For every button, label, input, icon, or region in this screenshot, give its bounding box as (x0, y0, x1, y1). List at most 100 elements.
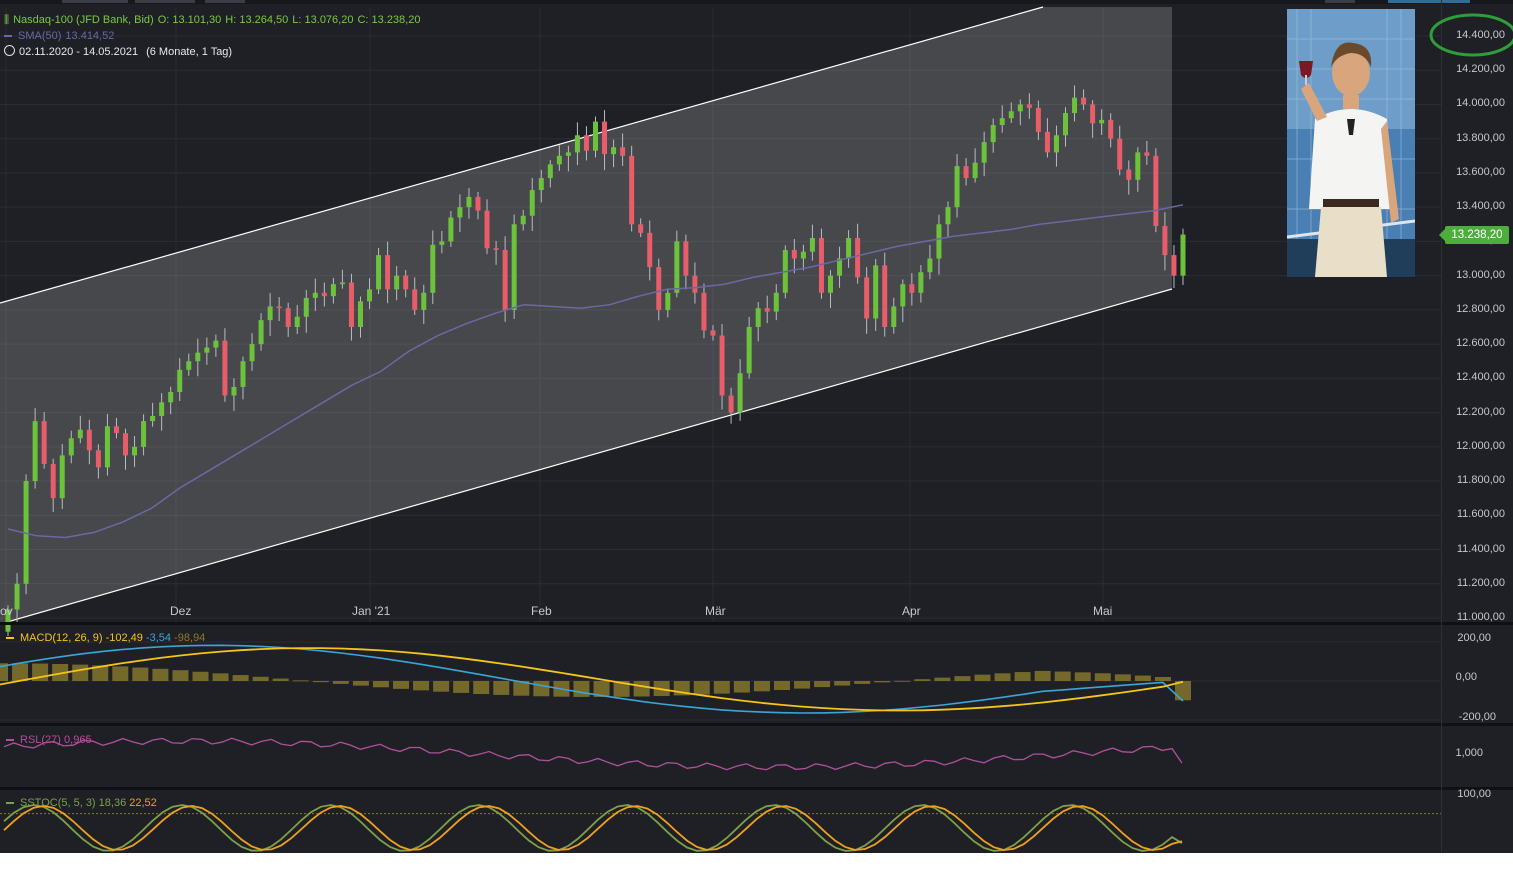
candle-body (1135, 152, 1140, 179)
person-photo (1287, 9, 1415, 277)
candle-body (78, 430, 83, 439)
macd-histogram-bar (413, 681, 429, 690)
candle-body (521, 216, 526, 225)
price-axis-label: 14.000,00 (1456, 97, 1505, 109)
candle-body (204, 348, 209, 353)
macd-histogram-bar (754, 681, 770, 691)
price-axis-label: 13.800,00 (1456, 132, 1505, 144)
candle-body (340, 282, 345, 284)
macd-histogram-bar (433, 681, 449, 692)
candle-body (186, 361, 191, 370)
macd-histogram-bar (373, 681, 389, 687)
candle-body (430, 245, 435, 293)
macd-histogram-bar (453, 681, 469, 693)
candle-body (692, 276, 697, 293)
macd-value: -102,49 (106, 632, 143, 644)
candle-body (982, 142, 987, 163)
price-axis-separator (1441, 0, 1442, 853)
macd-histogram-bar (273, 679, 289, 681)
instrument-info: ⫼Nasdaq-100 (JFD Bank, Bid)O: 13.101,30H… (4, 13, 424, 27)
macd-histogram-bar (573, 681, 589, 697)
macd-histogram-bar (714, 681, 730, 694)
macd-histogram-bar (734, 681, 750, 693)
candle-body (602, 122, 607, 155)
pane-separator[interactable] (0, 622, 1513, 625)
sma-value: 13.414,52 (65, 30, 114, 42)
rsl-value: 0,965 (64, 734, 92, 746)
macd-histogram-bar (132, 668, 148, 681)
candle-body (277, 306, 282, 308)
macd-histogram-bar (473, 681, 489, 694)
candle-body (864, 277, 869, 318)
range-info: 02.11.2020 - 14.05.2021(6 Monate, 1 Tag) (4, 45, 236, 59)
macd-histogram-bar (193, 672, 209, 681)
rsl-axis-label: 1,000 (1455, 747, 1483, 759)
price-axis-label: 13.000,00 (1456, 269, 1505, 281)
candle-body (575, 135, 580, 152)
macd-signal-value: -3,54 (146, 632, 171, 644)
candle-body (946, 207, 951, 224)
macd-histogram-bar (634, 681, 650, 697)
candle-body (1117, 139, 1122, 170)
macd-histogram-bar (774, 681, 790, 690)
candlestick-icon: ⫼ (4, 14, 9, 26)
clock-icon (4, 45, 15, 56)
sstoc-k-value: 18,36 (99, 797, 127, 809)
price-axis-label: 11.600,00 (1457, 508, 1505, 520)
candle-body (448, 217, 453, 241)
sma-line-icon (4, 35, 12, 37)
candle-body (665, 293, 670, 310)
candle-body (168, 392, 173, 402)
candle-body (828, 276, 833, 293)
macd-histogram-bar (213, 673, 229, 681)
macd-histogram-bar (914, 679, 930, 681)
candle-body (421, 293, 426, 310)
candle-body (548, 164, 553, 178)
macd-histogram-bar (954, 676, 970, 681)
candle-body (765, 308, 770, 311)
macd-histogram-bar (253, 677, 269, 681)
price-axis-label: 12.600,00 (1456, 337, 1505, 349)
macd-histogram-bar (313, 681, 329, 682)
macd-legend: MACD(12, 26, 9) -102,49 -3,54 -98,94 (6, 632, 205, 644)
candle-body (918, 272, 923, 293)
candle-body (512, 224, 517, 310)
candle-body (593, 122, 598, 151)
price-axis-label: 13.400,00 (1456, 200, 1505, 212)
time-label: Mai (1093, 604, 1112, 618)
candle-body (331, 284, 336, 296)
candle-body (60, 455, 65, 498)
range-period: (6 Monate, 1 Tag) (146, 46, 232, 58)
sstoc-line-icon (6, 802, 14, 804)
macd-histogram-bar (814, 681, 830, 687)
candle-body (774, 293, 779, 312)
macd-histogram-bar (794, 681, 810, 689)
candle-body (747, 327, 752, 373)
candle-body (729, 395, 734, 412)
candle-body (403, 276, 408, 290)
macd-axis-label: -200,00 (1459, 711, 1496, 723)
candle-body (105, 426, 110, 467)
macd-histogram-bar (1075, 672, 1091, 681)
candle-body (268, 306, 273, 320)
macd-histogram-bar (894, 681, 910, 682)
candle-body (439, 241, 444, 244)
candle-body (873, 265, 878, 318)
candle-body (647, 233, 652, 267)
sma-info: SMA(50)13.414,52 (4, 29, 118, 43)
candle-body (304, 298, 309, 317)
candle-body (909, 284, 914, 293)
macd-histogram-bar (1115, 674, 1131, 681)
time-label: Mär (705, 604, 726, 618)
pane-separator[interactable] (0, 787, 1513, 790)
candle-body (1108, 120, 1113, 139)
macd-histogram-bar (1155, 677, 1171, 681)
macd-histogram-bar (293, 680, 309, 681)
price-axis-label: 13.600,00 (1456, 166, 1505, 178)
candle-body (756, 308, 761, 327)
candle-body (1153, 156, 1158, 226)
candle-body (973, 163, 978, 178)
pane-separator[interactable] (0, 723, 1513, 726)
time-label: Feb (531, 604, 552, 618)
macd-histogram-bar (974, 675, 990, 681)
